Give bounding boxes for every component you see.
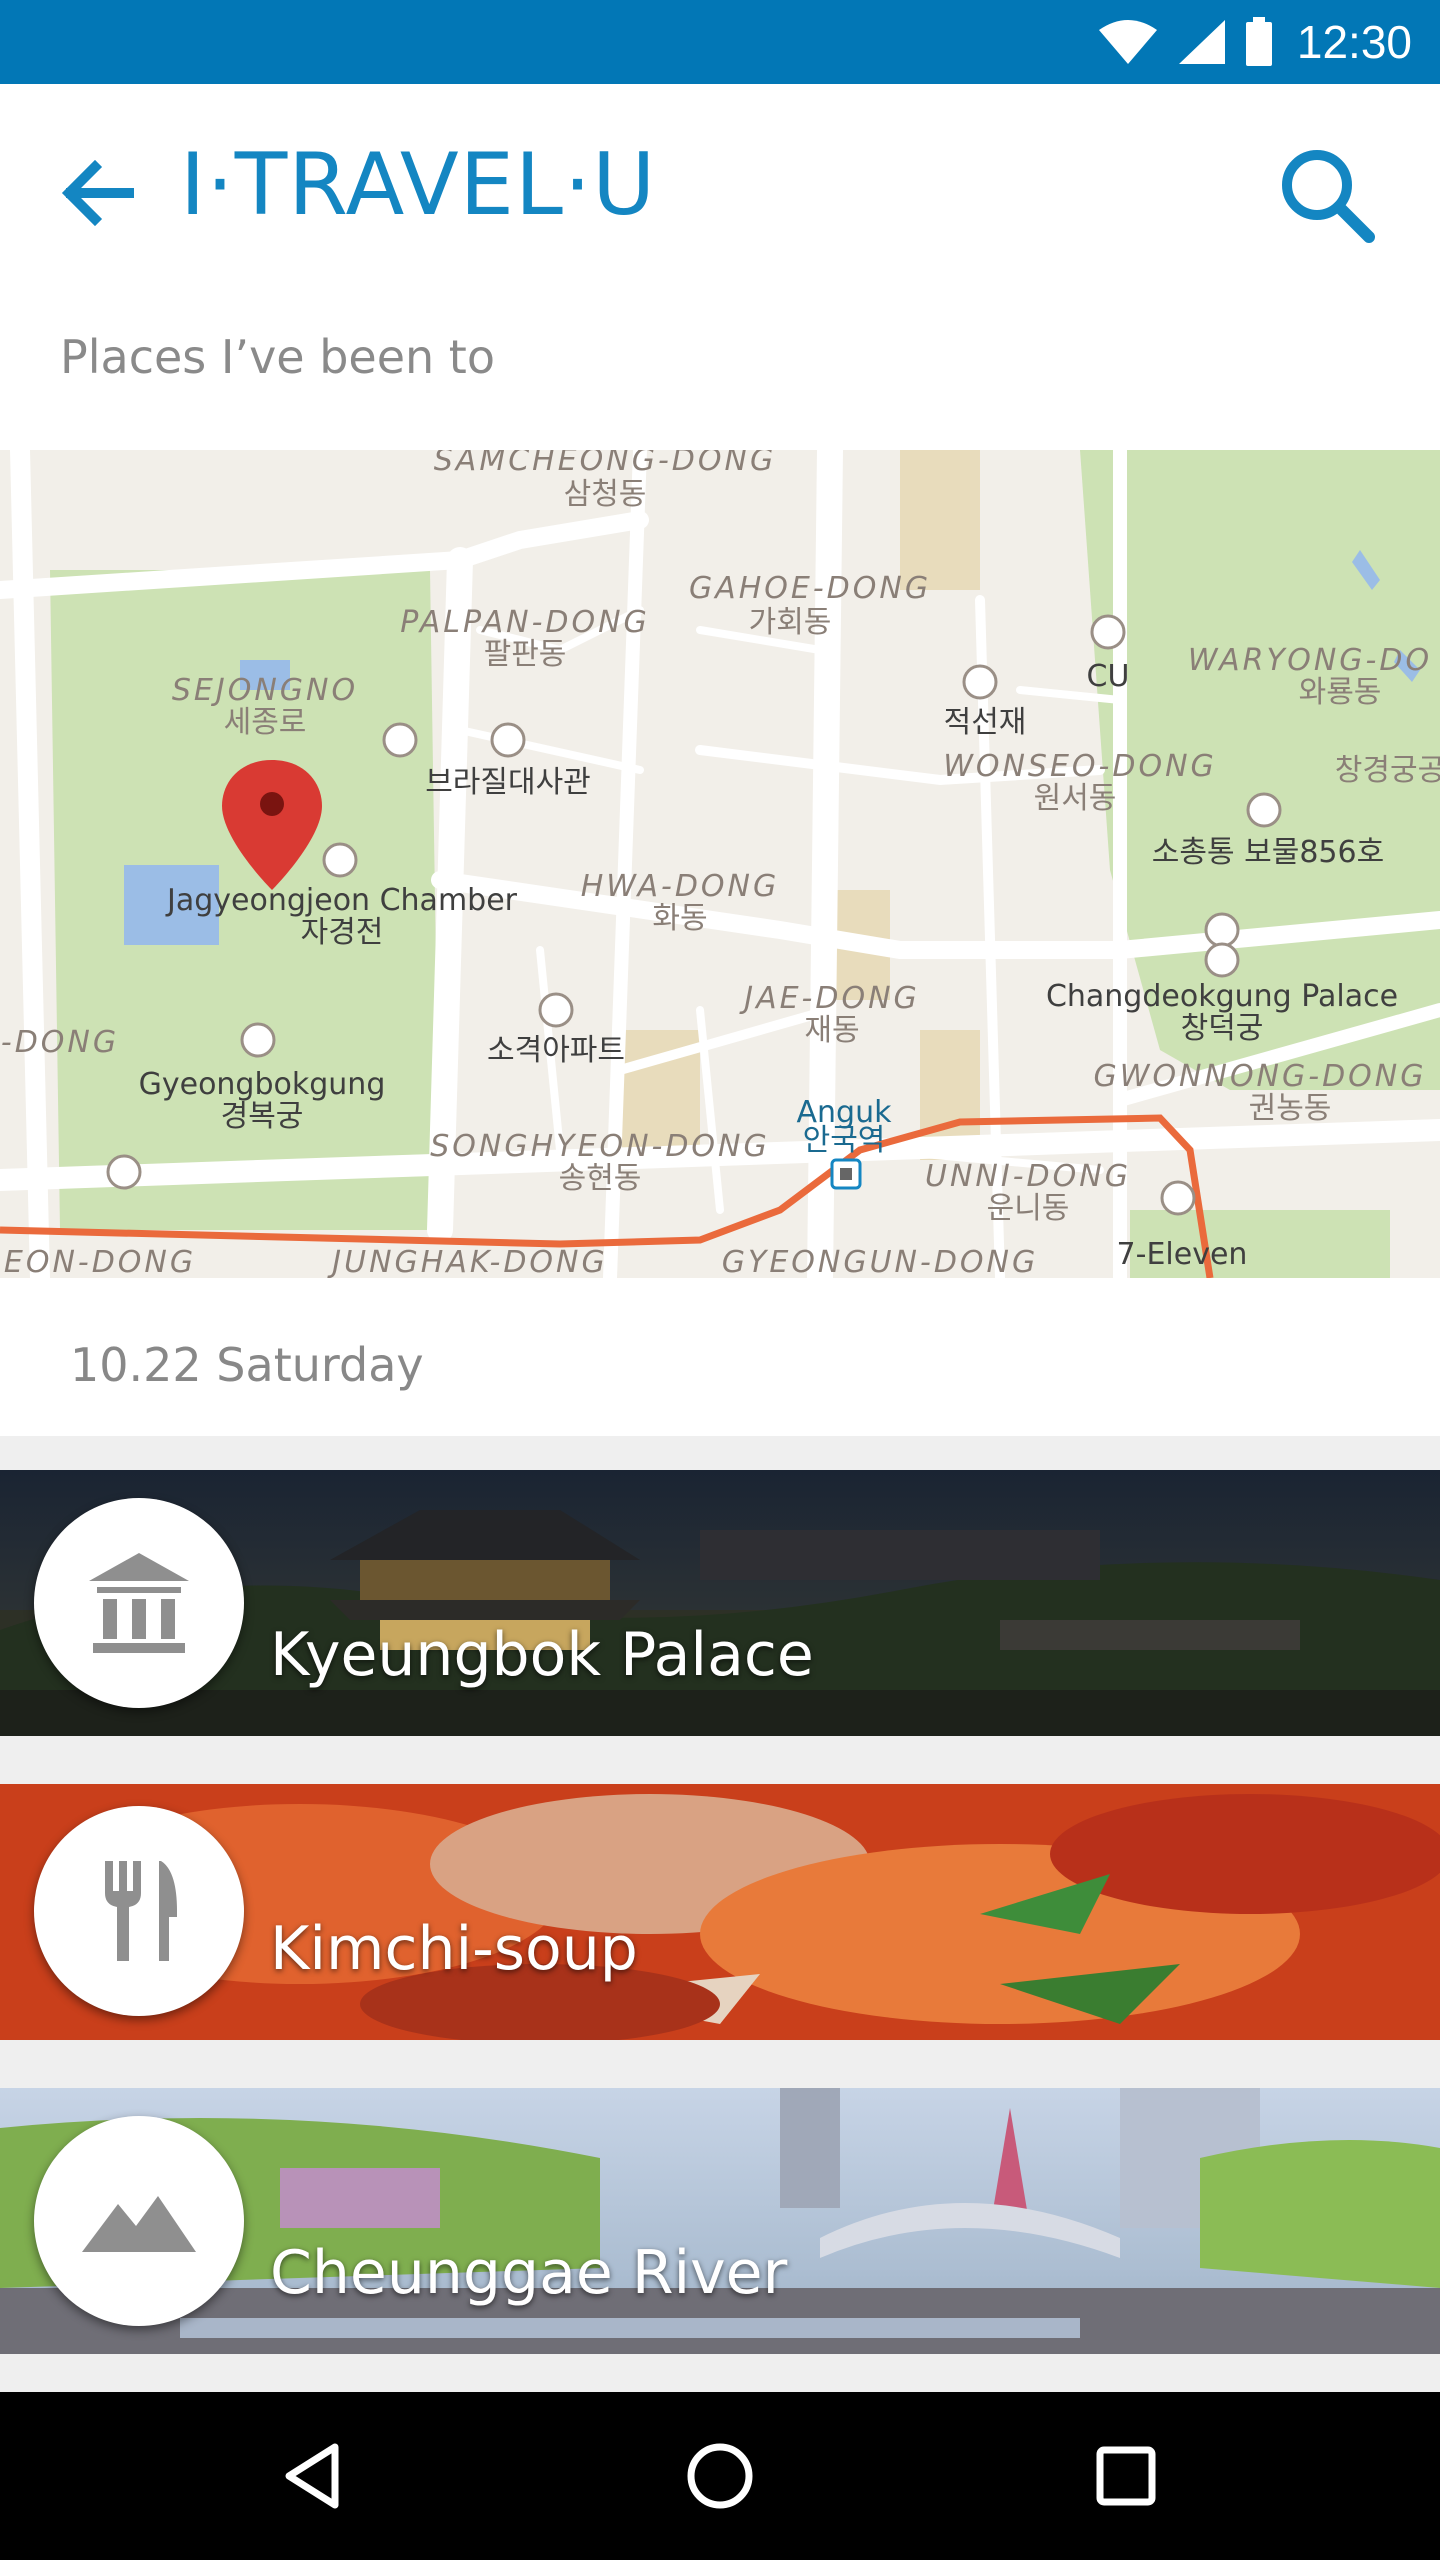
place-name: Kimchi-soup [270,1914,638,1984]
map-label: 세종로 [224,705,307,740]
status-bar: 12:30 [0,0,1440,84]
map-label: 창경궁공 [1335,753,1440,788]
map-label: 송현동 [559,1161,642,1196]
map-label: 자경전 [301,915,384,950]
wifi-icon [1098,20,1157,64]
map-label: Gyeongbokgung [139,1067,386,1102]
map-label: 와룡동 [1299,675,1382,710]
map-label: 재동 [804,1013,859,1048]
map-label: EON-DONG [4,1245,196,1278]
section-subtitle: Places I’ve been to [60,330,495,384]
map-label: JUNGHAK-DONG [327,1245,607,1278]
map-label: 운니동 [987,1191,1070,1226]
map-label: -DONG [1,1025,119,1060]
system-nav-bar [0,2392,1440,2560]
map-label: 권농동 [1249,1091,1332,1126]
landscape-icon [82,2196,196,2252]
map-label: WONSEO-DONG [943,749,1217,784]
map-label: PALPAN-DONG [400,605,650,640]
place-card-kimchi-soup[interactable]: Kimchi-soup [0,1784,1440,2040]
signal-icon [1178,20,1225,64]
place-card-cheunggae-river[interactable]: Cheunggae River [0,2088,1440,2354]
status-time: 12:30 [1296,16,1412,68]
app-bar: I·TRAVEL·U [0,84,1440,284]
map-label: SAMCHEONG-DONG [434,450,776,478]
map-view[interactable]: SAMCHEONG-DONG GAHOE-DONG PALPAN-DONG SE… [0,450,1440,1278]
map-label: SEJONGNO [172,673,358,708]
map-label: 브라질대사관 [425,765,591,800]
map-label: 소격아파트 [487,1033,625,1068]
back-button[interactable] [52,148,142,238]
restaurant-icon [105,1861,177,1961]
place-card-kyeungbok[interactable]: Kyeungbok Palace [0,1470,1440,1736]
battery-icon [1245,17,1272,66]
map-label: CU [1087,659,1130,694]
map-label: GYEONGUN-DONG [722,1245,1038,1278]
date-header: 10.22 Saturday [70,1338,424,1392]
map-label: 가회동 [749,605,832,640]
map-label: GWONNONG-DONG [1094,1059,1427,1094]
category-badge [34,2116,244,2326]
category-badge [34,1806,244,2016]
map-label: 적선재 [944,705,1027,740]
map-label: UNNI-DONG [925,1159,1131,1194]
nav-home-icon [687,2443,753,2509]
nav-home-button[interactable] [672,2428,768,2524]
nav-recents-icon [1096,2446,1156,2506]
map-label: WARYONG-DO [1188,643,1432,678]
nav-back-icon [285,2443,339,2509]
map-label: 안국역 [803,1123,886,1158]
app-title: I·TRAVEL·U [180,135,657,235]
map-label: 소총통 보물856호 [1152,835,1384,870]
map-label: Jagyeongjeon Chamber [165,883,518,918]
map-label: 팔판동 [484,637,567,672]
map-label: JAE-DONG [739,981,920,1016]
search-icon [1282,150,1375,243]
map-label: 삼청동 [564,477,647,512]
arrow-back-icon [61,159,134,227]
place-name: Cheunggae River [270,2238,788,2308]
map-label: 원서동 [1034,781,1117,816]
category-badge [34,1498,244,1708]
museum-icon [89,1553,189,1653]
map-label: SONGHYEON-DONG [430,1129,769,1164]
map-label: 7-Eleven [1117,1237,1248,1272]
map-label: 창덕궁 [1181,1011,1264,1046]
nav-recents-button[interactable] [1078,2428,1174,2524]
map-label: GAHOE-DONG [689,571,931,606]
search-button[interactable] [1272,140,1382,250]
map-label: Changdeokgung Palace [1046,979,1398,1014]
map-label: 경복궁 [221,1099,304,1134]
nav-back-button[interactable] [266,2428,362,2524]
map-label: HWA-DONG [581,869,779,904]
map-label: 화동 [652,901,707,936]
place-name: Kyeungbok Palace [270,1620,814,1690]
